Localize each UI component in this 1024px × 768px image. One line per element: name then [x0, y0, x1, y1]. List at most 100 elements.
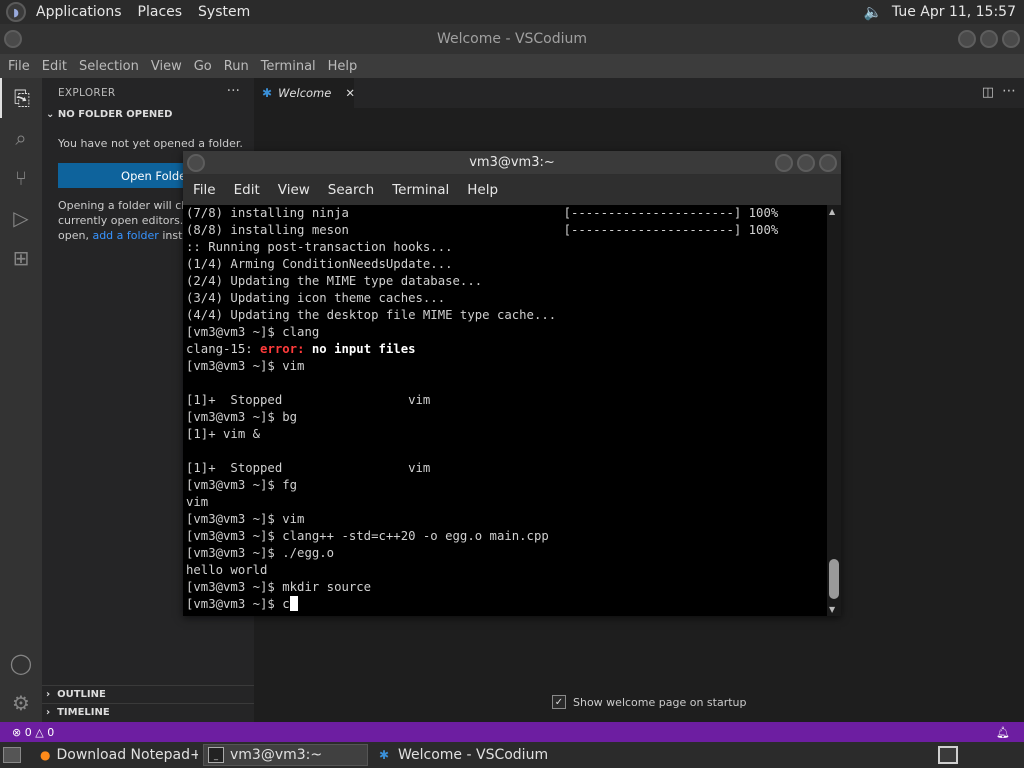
- window-menu-button[interactable]: [4, 30, 22, 48]
- terminal-error-line: clang-15: error: no input files: [186, 341, 827, 358]
- extensions-icon[interactable]: ⊞: [0, 238, 42, 278]
- terminal-line: (1/4) Arming ConditionNeedsUpdate...: [186, 257, 453, 271]
- places-menu[interactable]: Places: [130, 0, 191, 24]
- no-folder-section[interactable]: ⌄ NO FOLDER OPENED: [46, 109, 172, 120]
- split-editor-icon[interactable]: ◫: [982, 85, 994, 100]
- tab-welcome[interactable]: ✱ Welcome ✕: [254, 78, 355, 108]
- vscodium-menubar: File Edit Selection View Go Run Terminal…: [0, 54, 1024, 78]
- show-desktop-icon[interactable]: [3, 747, 21, 763]
- terminal-line: [vm3@vm3 ~]$ vim: [186, 359, 305, 373]
- menu-help[interactable]: Help: [322, 59, 364, 74]
- scrollbar-thumb[interactable]: [829, 559, 839, 599]
- run-debug-icon[interactable]: ▷: [0, 198, 42, 238]
- section-label: NO FOLDER OPENED: [57, 109, 173, 120]
- vscodium-icon: ✱: [378, 748, 390, 762]
- terminal-line: (8/8) installing meson [----------------…: [186, 223, 779, 237]
- account-icon[interactable]: ◯: [0, 643, 42, 683]
- clock[interactable]: Tue Apr 11, 15:57: [884, 4, 1024, 20]
- terminal-line: [1]+ Stopped vim: [186, 393, 431, 407]
- workspace-switcher[interactable]: [938, 746, 958, 764]
- terminal-scrollbar[interactable]: ▲ ▼: [827, 205, 841, 616]
- source-control-icon[interactable]: ⑂: [0, 158, 42, 198]
- menu-run[interactable]: Run: [218, 59, 255, 74]
- error-count: 0: [24, 725, 32, 739]
- terminal-menu-search[interactable]: Search: [322, 182, 380, 198]
- timeline-label: TIMELINE: [57, 707, 110, 718]
- explorer-icon[interactable]: ⎘: [0, 78, 42, 118]
- show-welcome-label: Show welcome page on startup: [573, 695, 747, 709]
- applications-menu[interactable]: Applications: [28, 0, 130, 24]
- help-line: currently open editors. To: [58, 214, 199, 227]
- outline-section[interactable]: › OUTLINE: [42, 685, 254, 703]
- menu-go[interactable]: Go: [188, 59, 218, 74]
- task-label: Welcome - VSCodium: [398, 747, 549, 763]
- tab-label: Welcome: [278, 86, 332, 100]
- menu-file[interactable]: File: [2, 59, 36, 74]
- problems-indicator[interactable]: ⊗ 0 △ 0: [12, 726, 54, 739]
- close-tab-icon[interactable]: ✕: [345, 86, 355, 100]
- volume-icon[interactable]: 🔈: [862, 2, 884, 22]
- terminal-line: [vm3@vm3 ~]$ clang++ -std=c++20 -o egg.o…: [186, 529, 549, 543]
- terminal-menu-terminal[interactable]: Terminal: [386, 182, 455, 198]
- terminal-menu-view[interactable]: View: [272, 182, 316, 198]
- terminal-menu-edit[interactable]: Edit: [228, 182, 266, 198]
- minimize-button[interactable]: [958, 30, 976, 48]
- add-folder-link[interactable]: add a folder: [92, 229, 158, 242]
- menu-view[interactable]: View: [145, 59, 188, 74]
- system-menu[interactable]: System: [190, 0, 258, 24]
- terminal-line: hello world: [186, 563, 268, 577]
- maximize-button[interactable]: [980, 30, 998, 48]
- window-menu-button[interactable]: [187, 154, 205, 172]
- help-line: Opening a folder will close: [58, 199, 204, 212]
- terminal-line: (7/8) installing ninja [----------------…: [186, 206, 779, 220]
- terminal-line: [1]+ Stopped vim: [186, 461, 431, 475]
- terminal-line: (3/4) Updating icon theme caches...: [186, 291, 446, 305]
- vscodium-titlebar: Welcome - VSCodium: [0, 24, 1024, 54]
- task-firefox[interactable]: ● Download Notepad+...: [36, 744, 198, 766]
- scroll-up-icon[interactable]: ▲: [829, 207, 835, 216]
- terminal-prompt-line[interactable]: [vm3@vm3 ~]$ c: [186, 596, 827, 613]
- task-terminal[interactable]: _ vm3@vm3:~: [203, 744, 368, 766]
- explorer-header: EXPLORER: [58, 87, 116, 99]
- terminal-line: [vm3@vm3 ~]$ fg: [186, 478, 298, 492]
- open-folder-help: Opening a folder will close currently op…: [58, 198, 204, 243]
- terminal-menu-help[interactable]: Help: [461, 182, 504, 198]
- timeline-section[interactable]: › TIMELINE: [42, 703, 254, 721]
- checkbox-checked-icon[interactable]: ✓: [552, 695, 566, 709]
- chevron-right-icon: ›: [46, 689, 58, 700]
- terminal-menu-file[interactable]: File: [187, 182, 222, 198]
- notifications-bell-icon[interactable]: 🔔︎: [996, 726, 1010, 739]
- terminal-titlebar: vm3@vm3:~: [183, 151, 841, 175]
- current-input: c: [282, 597, 290, 611]
- terminal-output[interactable]: (7/8) installing ninja [----------------…: [183, 205, 827, 616]
- terminal-line: (2/4) Updating the MIME type database...: [186, 274, 483, 288]
- terminal-line: :: Running post-transaction hooks...: [186, 240, 453, 254]
- terminal-line: [vm3@vm3 ~]$ bg: [186, 410, 298, 424]
- maximize-button[interactable]: [797, 154, 815, 172]
- status-bar: ⊗ 0 △ 0 🔔︎: [0, 722, 1024, 742]
- chevron-down-icon: ⌄: [46, 109, 58, 120]
- more-actions-icon[interactable]: ⋯: [1002, 83, 1016, 99]
- distro-logo-icon[interactable]: ◗: [6, 2, 26, 22]
- settings-gear-icon[interactable]: ⚙: [0, 683, 42, 723]
- task-vscodium[interactable]: ✱ Welcome - VSCodium: [372, 744, 572, 766]
- menu-edit[interactable]: Edit: [36, 59, 73, 74]
- minimize-button[interactable]: [775, 154, 793, 172]
- show-welcome-toggle[interactable]: ✓ Show welcome page on startup: [552, 695, 747, 709]
- search-icon[interactable]: ⌕: [0, 118, 42, 158]
- menu-selection[interactable]: Selection: [73, 59, 145, 74]
- close-window-button[interactable]: [819, 154, 837, 172]
- more-actions-icon[interactable]: ···: [227, 83, 240, 99]
- terminal-title: vm3@vm3:~: [469, 155, 555, 170]
- terminal-line: [vm3@vm3 ~]$ vim: [186, 512, 305, 526]
- terminal-menubar: File Edit View Search Terminal Help: [183, 175, 841, 205]
- terminal-window: vm3@vm3:~ File Edit View Search Terminal…: [183, 151, 841, 616]
- error-message: no input files: [304, 342, 416, 356]
- scroll-down-icon[interactable]: ▼: [829, 605, 835, 614]
- menu-terminal[interactable]: Terminal: [255, 59, 322, 74]
- vscodium-icon: ✱: [262, 86, 273, 100]
- terminal-line: [vm3@vm3 ~]$ ./egg.o: [186, 546, 335, 560]
- close-window-button[interactable]: [1002, 30, 1020, 48]
